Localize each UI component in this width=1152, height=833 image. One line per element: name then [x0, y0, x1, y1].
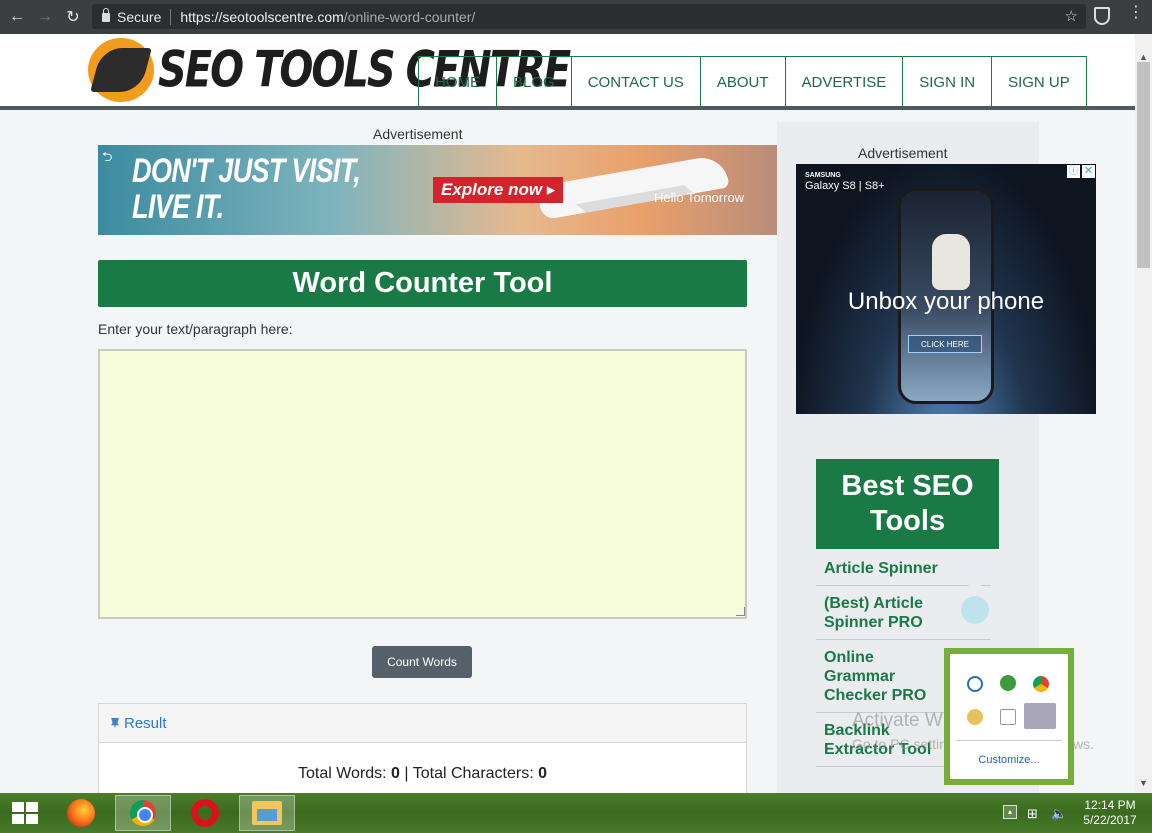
ie-tray-icon[interactable]: [967, 676, 983, 692]
nav-sign-in[interactable]: SIGN IN: [903, 57, 993, 107]
omnibox-separator: [170, 8, 172, 25]
result-title: Result: [124, 714, 167, 732]
tray-overflow-popup: Customize...: [944, 648, 1074, 785]
page-scrollbar[interactable]: ▲ ▼: [1135, 34, 1152, 793]
logo-mark-icon: [88, 38, 154, 102]
tray-overflow-panel: Customize...: [950, 654, 1068, 779]
tool-link-article-spinner[interactable]: Article Spinner: [816, 551, 991, 587]
taskbar-firefox[interactable]: [53, 795, 109, 831]
banner-tagline: Hello Tomorrow: [654, 190, 745, 205]
network-icon[interactable]: ⊞: [1027, 806, 1038, 822]
best-seo-title-line2: Tools: [869, 505, 946, 537]
browser-toolbar: ← → ↻ Secure https://seotoolscentre.com /…: [0, 0, 1152, 34]
menu-kebab-icon[interactable]: ⋮: [1128, 5, 1144, 21]
taskbar-clock[interactable]: 12:14 PM 5/22/2017: [1080, 798, 1140, 828]
windows-start-icon[interactable]: [12, 802, 38, 824]
nav-contact-us[interactable]: CONTACT US: [572, 57, 701, 107]
best-seo-tools-heading: Best SEO Tools: [816, 459, 999, 549]
file-explorer-icon: [252, 801, 282, 825]
tray-separator: [956, 740, 1062, 741]
page-title: Word Counter Tool: [98, 260, 747, 307]
banner-ad-label: Advertisement: [373, 126, 463, 142]
text-input[interactable]: [98, 349, 747, 619]
tool-link-label: (Best) Article Spinner PRO: [824, 595, 923, 631]
astronaut-image: [932, 234, 970, 290]
total-characters-label: Total Characters:: [412, 765, 534, 782]
count-words-button[interactable]: Count Words: [372, 646, 472, 678]
nav-home[interactable]: HOME: [419, 57, 497, 107]
pen-tray-icon[interactable]: [1024, 703, 1056, 729]
ad-return-icon[interactable]: ⮌: [102, 148, 112, 170]
address-bar[interactable]: Secure https://seotoolscentre.com/online…: [92, 4, 1086, 29]
best-seo-title-line1: Best SEO: [841, 470, 974, 502]
scroll-thumb[interactable]: [1137, 62, 1150, 268]
airplane-image: [536, 153, 730, 221]
result-stats: Total Words: 0 | Total Characters: 0: [99, 765, 746, 783]
tray-customize-link[interactable]: Customize...: [950, 754, 1068, 766]
textarea-resize-handle[interactable]: [736, 607, 745, 616]
nav-advertise[interactable]: ADVERTISE: [786, 57, 904, 107]
total-words-value: 0: [391, 765, 400, 782]
banner-headline-line1: DON'T JUST VISIT,: [132, 152, 361, 190]
ad-close-icon[interactable]: ✕: [1082, 165, 1095, 178]
total-characters-value: 0: [538, 765, 548, 782]
bookmark-star-icon[interactable]: ☆: [1065, 7, 1078, 25]
nav-blog[interactable]: BLOG: [497, 57, 572, 107]
windows-taskbar: ▴ ⊞ 🔈 12:14 PM 5/22/2017: [0, 793, 1152, 833]
tool-link-label: Article Spinner: [824, 560, 938, 577]
taskbar-file-explorer[interactable]: [239, 795, 295, 831]
banner-ad[interactable]: ⮌ DON'T JUST VISIT, LIVE IT. Explore now…: [98, 145, 777, 235]
flag-alert-tray-icon[interactable]: [1000, 709, 1016, 725]
clock-time: 12:14 PM: [1084, 798, 1136, 812]
back-icon[interactable]: ←: [6, 6, 28, 28]
tool-link-label: Online Grammar Checker PRO: [824, 649, 927, 704]
chrome-icon: [130, 800, 156, 826]
globe-tray-icon[interactable]: [1000, 675, 1016, 691]
taskbar-chrome[interactable]: [115, 795, 171, 831]
update-tray-icon[interactable]: [967, 709, 983, 725]
top-navigation: HOME BLOG CONTACT US ABOUT ADVERTISE SIG…: [418, 56, 1087, 107]
lock-icon: [102, 8, 110, 22]
result-header: Result: [99, 704, 746, 743]
nav-sign-up[interactable]: SIGN UP: [992, 57, 1087, 107]
result-panel: Result Total Words: 0 | Total Characters…: [98, 703, 747, 803]
scroll-up-icon[interactable]: ▲: [1139, 52, 1148, 62]
stats-separator: |: [404, 765, 409, 782]
taskbar-opera[interactable]: [177, 795, 233, 831]
nav-about[interactable]: ABOUT: [701, 57, 786, 107]
sidebar-ad-headline: Unbox your phone: [847, 288, 1045, 315]
sidebar-ad-cta[interactable]: CLICK HERE: [908, 335, 982, 353]
reload-icon[interactable]: ↻: [62, 6, 84, 28]
total-words-label: Total Words:: [297, 765, 387, 782]
extension-shield-icon[interactable]: [1094, 7, 1110, 25]
scroll-down-icon[interactable]: ▼: [1139, 778, 1148, 788]
spinner-pro-icon: [961, 596, 989, 624]
chrome-tray-icon[interactable]: [1033, 676, 1049, 692]
sidebar-ad-label: Advertisement: [858, 145, 948, 161]
site-header: SEO TOOLS CENTRE HOME BLOG CONTACT US AB…: [0, 34, 1135, 110]
pencils-icon: [961, 559, 989, 587]
text-input-label: Enter your text/paragraph here:: [98, 321, 293, 337]
tray-expand-icon[interactable]: ▴: [1003, 805, 1017, 819]
ad-brand: SAMSUNG: [805, 172, 841, 179]
volume-icon[interactable]: 🔈: [1051, 806, 1067, 822]
forward-icon[interactable]: →: [34, 6, 56, 28]
ad-model: Galaxy S8 | S8+: [805, 180, 885, 192]
banner-headline-line2: LIVE IT.: [132, 188, 224, 226]
secure-label: Secure: [117, 8, 162, 25]
opera-icon: [191, 799, 219, 827]
pin-icon: [111, 717, 119, 729]
banner-headline: DON'T JUST VISIT, LIVE IT.: [132, 152, 361, 226]
banner-cta-button[interactable]: Explore now ▸: [433, 177, 564, 203]
url-host: https://seotoolscentre.com: [180, 8, 344, 25]
clock-date: 5/22/2017: [1083, 813, 1137, 827]
url-path: /online-word-counter/: [343, 8, 476, 25]
sidebar-ad[interactable]: SAMSUNG Galaxy S8 | S8+ Unbox your phone…: [796, 164, 1096, 414]
firefox-icon: [67, 799, 95, 827]
tool-link-article-spinner-pro[interactable]: (Best) Article Spinner PRO: [816, 586, 991, 640]
ad-info-icon[interactable]: ⓘ: [1067, 165, 1080, 178]
